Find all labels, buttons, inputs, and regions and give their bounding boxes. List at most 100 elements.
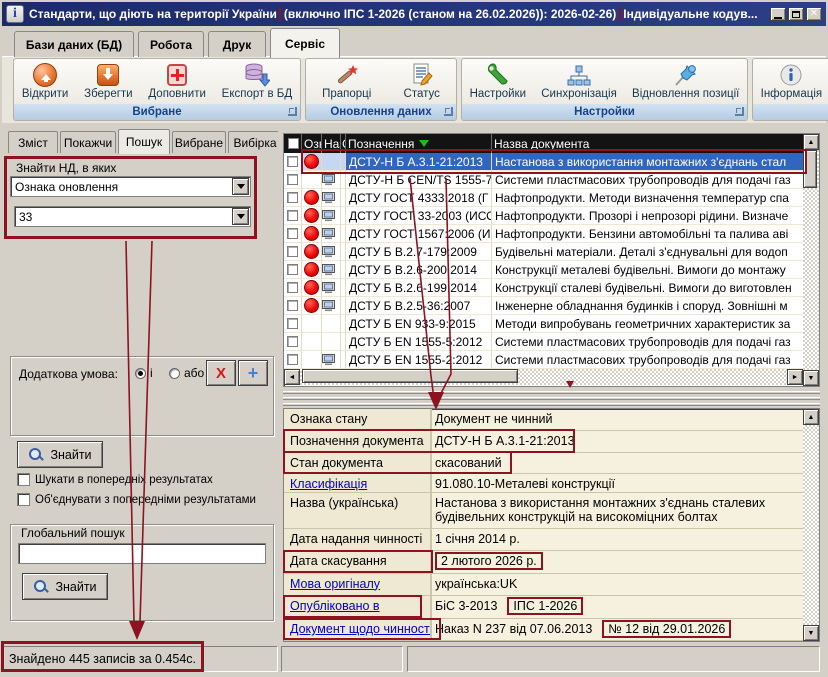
table-row[interactable]: ДСТУ Б В.2.6-199:2014Конструкції сталеві… — [284, 279, 803, 297]
details-link[interactable]: Мова оригіналу — [290, 577, 380, 591]
header-name[interactable]: Назва документа — [492, 134, 803, 153]
global-find-button[interactable]: Знайти — [22, 573, 108, 600]
left-tab-contents[interactable]: Зміст — [8, 131, 58, 153]
search-value-combobox[interactable]: 33 — [14, 206, 251, 227]
document-name-cell[interactable]: Будівельні матеріали. Деталі з'єднувальн… — [492, 243, 803, 261]
details-link[interactable]: Класифікація — [290, 477, 367, 491]
dialog-launcher-icon[interactable] — [288, 107, 297, 116]
table-row[interactable]: ДСТУ ГОСТ 33-2003 (ИСОНафтопродукти. Про… — [284, 207, 803, 225]
maximize-button[interactable] — [788, 7, 804, 21]
row-checkbox[interactable] — [284, 171, 302, 189]
scroll-up-icon[interactable]: ▲ — [803, 134, 819, 150]
row-checkbox[interactable] — [284, 153, 302, 171]
row-checkbox[interactable] — [284, 351, 302, 369]
row-checkbox[interactable] — [284, 189, 302, 207]
header-checkbox-cell[interactable] — [284, 134, 302, 153]
row-checkbox[interactable] — [284, 279, 302, 297]
search-field-combobox[interactable]: Ознака оновлення — [10, 176, 251, 197]
dialog-launcher-icon[interactable] — [735, 107, 744, 116]
information-button[interactable]: Інформація — [756, 61, 827, 101]
scroll-up-icon[interactable]: ▲ — [803, 409, 819, 425]
designation-cell[interactable]: ДСТУ Б EN 1555-2:2012 — [346, 351, 492, 369]
sync-button[interactable]: Синхронізація — [536, 61, 622, 101]
designation-cell[interactable]: ДСТУ Б EN 1555-5:2012 — [346, 333, 492, 351]
left-tab-search[interactable]: Пошук — [118, 129, 170, 154]
details-link[interactable]: Документ щодо чинності — [290, 622, 432, 636]
table-row[interactable]: ДСТУ ГОСТ 4333:2018 (ГНафтопродукти. Мет… — [284, 189, 803, 207]
radio-and[interactable]: і — [135, 366, 153, 380]
document-name-cell[interactable]: Нафтопродукти. Бензини автомобільні та п… — [492, 225, 803, 243]
status-button[interactable]: Статус — [399, 61, 445, 101]
vertical-scrollbar[interactable]: ▲ ▼ — [803, 134, 819, 386]
global-search-input[interactable] — [18, 543, 266, 564]
export-db-button[interactable]: Експорт в БД — [217, 61, 297, 101]
left-tab-favorites[interactable]: Вибране — [172, 131, 226, 153]
table-row[interactable]: ДСТУ-Н Б А.3.1-21:2013Настанова з викори… — [284, 153, 803, 171]
row-checkbox[interactable] — [284, 225, 302, 243]
row-checkbox[interactable] — [284, 243, 302, 261]
scroll-right-icon[interactable]: ► — [787, 369, 803, 385]
tab-service[interactable]: Сервіс — [270, 28, 340, 58]
left-tab-selection[interactable]: Вибірка — [228, 131, 278, 153]
horizontal-scrollbar[interactable]: ◄ ► — [284, 369, 803, 385]
document-name-cell[interactable]: Конструкції сталеві будівельні. Вимоги д… — [492, 279, 803, 297]
scrollbar-thumb[interactable] — [803, 150, 817, 188]
row-checkbox[interactable] — [284, 315, 302, 333]
document-name-cell[interactable]: Інженерне обладнання будинків і споруд. … — [492, 297, 803, 315]
designation-cell[interactable]: ДСТУ-Н Б А.3.1-21:2013 — [346, 153, 492, 171]
dialog-launcher-icon[interactable] — [444, 107, 453, 116]
designation-cell[interactable]: ДСТУ ГОСТ 4333:2018 (Г — [346, 189, 492, 207]
table-row[interactable]: ДСТУ Б EN 1555-5:2012Системи пластмасови… — [284, 333, 803, 351]
scrollbar-thumb[interactable] — [302, 369, 518, 383]
tab-work[interactable]: Робота — [138, 31, 204, 57]
table-row[interactable]: ДСТУ ГОСТ 1567:2006 (ИНафтопродукти. Бен… — [284, 225, 803, 243]
details-link[interactable]: Опубліковано в — [290, 599, 380, 613]
document-name-cell[interactable]: Системи пластмасових трубопроводів для п… — [492, 351, 803, 369]
checkbox-search-previous[interactable]: Шукати в попередніх результатах — [17, 473, 213, 486]
tab-print[interactable]: Друк — [208, 31, 266, 57]
left-tab-index[interactable]: Покажчи — [60, 131, 116, 153]
row-checkbox[interactable] — [284, 261, 302, 279]
header-designation[interactable]: Позначення — [346, 134, 492, 153]
radio-or[interactable]: або — [169, 366, 204, 380]
open-button[interactable]: Відкрити — [17, 61, 73, 101]
table-row[interactable]: ДСТУ Б EN 1555-2:2012Системи пластмасови… — [284, 351, 803, 369]
table-row[interactable]: ДСТУ Б В.2.7-179:2009Будівельні матеріал… — [284, 243, 803, 261]
document-name-cell[interactable]: Системи пластмасових трубопроводів для п… — [492, 171, 803, 189]
settings-button[interactable]: Настройки — [465, 61, 531, 101]
document-name-cell[interactable]: Методи випробувань геометричних характер… — [492, 315, 803, 333]
scroll-left-icon[interactable]: ◄ — [284, 369, 300, 385]
save-button[interactable]: Зберегти — [79, 61, 137, 101]
document-name-cell[interactable]: Нафтопродукти. Методи визначення темпера… — [492, 189, 803, 207]
table-row[interactable]: ДСТУ Б В.2.5-36:2007Інженерне обладнання… — [284, 297, 803, 315]
designation-cell[interactable]: ДСТУ Б В.2.7-179:2009 — [346, 243, 492, 261]
document-name-cell[interactable]: Настанова з використання монтажних з'єдн… — [492, 153, 803, 171]
designation-cell[interactable]: ДСТУ-Н Б CEN/TS 1555-7 — [346, 171, 492, 189]
chevron-down-icon[interactable] — [232, 208, 249, 225]
add-condition-button[interactable]: + — [238, 360, 268, 386]
designation-cell[interactable]: ДСТУ Б В.2.6-200:2014 — [346, 261, 492, 279]
scroll-down-icon[interactable]: ▼ — [803, 625, 819, 641]
restore-position-button[interactable]: Відновлення позиції — [627, 61, 744, 101]
find-button[interactable]: Знайти — [17, 441, 103, 468]
document-name-cell[interactable]: Конструкції металеві будівельні. Вимоги … — [492, 261, 803, 279]
table-row[interactable]: ДСТУ Б EN 933-9:2015Методи випробувань г… — [284, 315, 803, 333]
designation-cell[interactable]: ДСТУ Б В.2.5-36:2007 — [346, 297, 492, 315]
designation-cell[interactable]: ДСТУ Б EN 933-9:2015 — [346, 315, 492, 333]
panel-splitter[interactable] — [283, 389, 820, 407]
designation-cell[interactable]: ДСТУ ГОСТ 1567:2006 (И — [346, 225, 492, 243]
scroll-down-icon[interactable]: ▼ — [803, 370, 819, 386]
details-vertical-scrollbar[interactable]: ▲ ▼ — [803, 409, 819, 641]
chevron-down-icon[interactable] — [232, 178, 249, 195]
table-row[interactable]: ДСТУ Б В.2.6-200:2014Конструкції металев… — [284, 261, 803, 279]
header-ozn[interactable]: Озн — [302, 134, 322, 153]
flags-button[interactable]: Прапорці — [317, 61, 376, 101]
document-name-cell[interactable]: Нафтопродукти. Прозорі і непрозорі рідин… — [492, 207, 803, 225]
designation-cell[interactable]: ДСТУ Б В.2.6-199:2014 — [346, 279, 492, 297]
document-name-cell[interactable]: Системи пластмасових трубопроводів для п… — [492, 333, 803, 351]
table-row[interactable]: ДСТУ-Н Б CEN/TS 1555-7Системи пластмасов… — [284, 171, 803, 189]
row-checkbox[interactable] — [284, 207, 302, 225]
append-button[interactable]: Доповнити — [143, 61, 211, 101]
designation-cell[interactable]: ДСТУ ГОСТ 33-2003 (ИСО — [346, 207, 492, 225]
tab-databases[interactable]: Бази даних (БД) — [14, 31, 134, 57]
